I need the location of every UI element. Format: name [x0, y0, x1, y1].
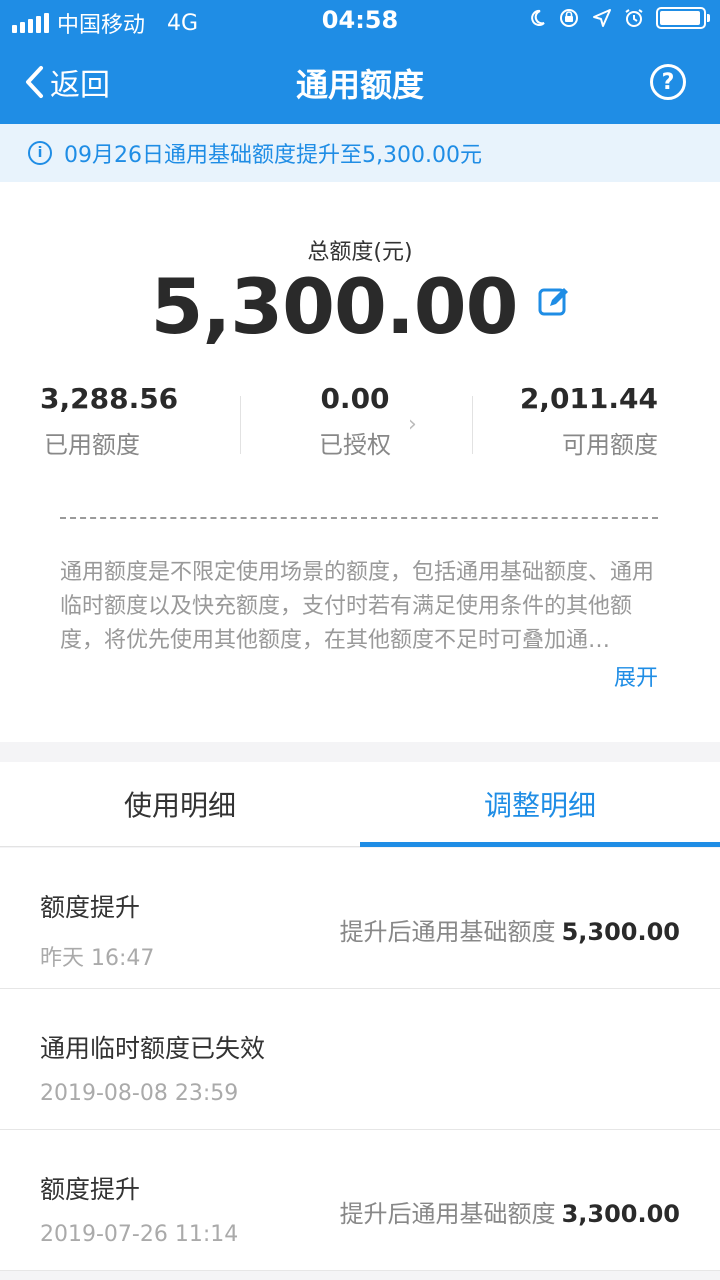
total-credit-row: 5,300.00: [0, 262, 720, 351]
authorized-credit-value: 0.00: [320, 382, 390, 415]
notice-text: 09月26日通用基础额度提升至5,300.00元: [64, 143, 482, 168]
nav-bar: 返回 通用额度 ?: [0, 40, 720, 124]
record-detail-label: 提升后通用基础额度: [339, 1200, 556, 1228]
record-time: 昨天 16:47: [40, 946, 155, 971]
detail-tabs: 使用明细 调整明细: [0, 762, 720, 847]
rotation-lock-icon: [560, 9, 578, 27]
record-detail: 提升后通用基础额度 5,300.00: [340, 912, 680, 947]
info-icon: i: [28, 141, 52, 165]
status-left: 中国移动 4G: [12, 7, 198, 39]
credit-description: 通用额度是不限定使用场景的额度，包括通用基础额度、通用临时额度以及快充额度，支付…: [60, 560, 655, 653]
record-detail-value: 3,300.00: [561, 1200, 680, 1228]
record-detail-value: 5,300.00: [561, 918, 680, 946]
record-time: 2019-07-26 11:14: [40, 1222, 239, 1247]
carrier-label: 中国移动: [57, 13, 146, 38]
record-time: 2019-08-08 23:59: [40, 1081, 239, 1106]
credit-stats: 3,288.56 已用额度 0.00 已授权 › 2,011.44 可用额度: [0, 382, 720, 482]
help-icon: ?: [661, 69, 675, 95]
record-title: 额度提升: [40, 893, 141, 922]
total-credit-amount: 5,300.00: [150, 262, 518, 351]
used-credit-stat: 3,288.56 已用额度: [40, 382, 190, 460]
network-label: 4G: [167, 10, 199, 36]
status-right: [528, 7, 710, 29]
tab-adjustment-details[interactable]: 调整明细: [360, 762, 720, 846]
status-bar: 中国移动 4G 04:58: [0, 0, 720, 40]
chevron-right-icon: ›: [408, 412, 417, 437]
record-title: 额度提升: [40, 1175, 141, 1204]
back-label: 返回: [50, 68, 110, 103]
location-icon: [593, 9, 611, 27]
chevron-left-icon: [26, 66, 43, 98]
credit-summary-card: 总额度(元) 5,300.00 3,288.56 已用额度 0.00 已授权 ›…: [0, 182, 720, 742]
divider: [472, 396, 473, 454]
list-item[interactable]: 额度提升 2019-07-26 11:14 提升后通用基础额度 3,300.00: [0, 1130, 720, 1271]
record-detail: 提升后通用基础额度 3,300.00: [340, 1194, 680, 1229]
record-title: 通用临时额度已失效: [40, 1034, 266, 1063]
tab-usage-details[interactable]: 使用明细: [0, 762, 360, 846]
divider: [240, 396, 241, 454]
available-credit-label: 可用额度: [562, 431, 658, 459]
list-item[interactable]: 通用临时额度已失效 2019-08-08 23:59: [0, 989, 720, 1130]
edit-icon[interactable]: [538, 286, 570, 318]
used-credit-label: 已用额度: [44, 431, 140, 459]
back-button[interactable]: 返回: [24, 60, 110, 104]
list-item[interactable]: 额度提升 昨天 16:47 提升后通用基础额度 5,300.00: [0, 848, 720, 989]
record-detail-label: 提升后通用基础额度: [339, 918, 556, 946]
battery-icon: [656, 7, 710, 29]
used-credit-value: 3,288.56: [40, 382, 179, 415]
alarm-icon: [625, 9, 643, 27]
signal-icon: [12, 13, 49, 33]
dashed-divider: [60, 517, 658, 519]
available-credit-stat: 2,011.44 可用额度: [508, 382, 658, 460]
moon-icon: [531, 9, 545, 26]
expand-link[interactable]: 展开: [614, 660, 658, 692]
available-credit-value: 2,011.44: [519, 382, 658, 415]
help-button[interactable]: ?: [650, 64, 686, 100]
active-tab-indicator: [360, 842, 720, 847]
adjustment-list: 额度提升 昨天 16:47 提升后通用基础额度 5,300.00 通用临时额度已失…: [0, 848, 720, 1271]
notice-banner[interactable]: i 09月26日通用基础额度提升至5,300.00元: [0, 124, 720, 182]
